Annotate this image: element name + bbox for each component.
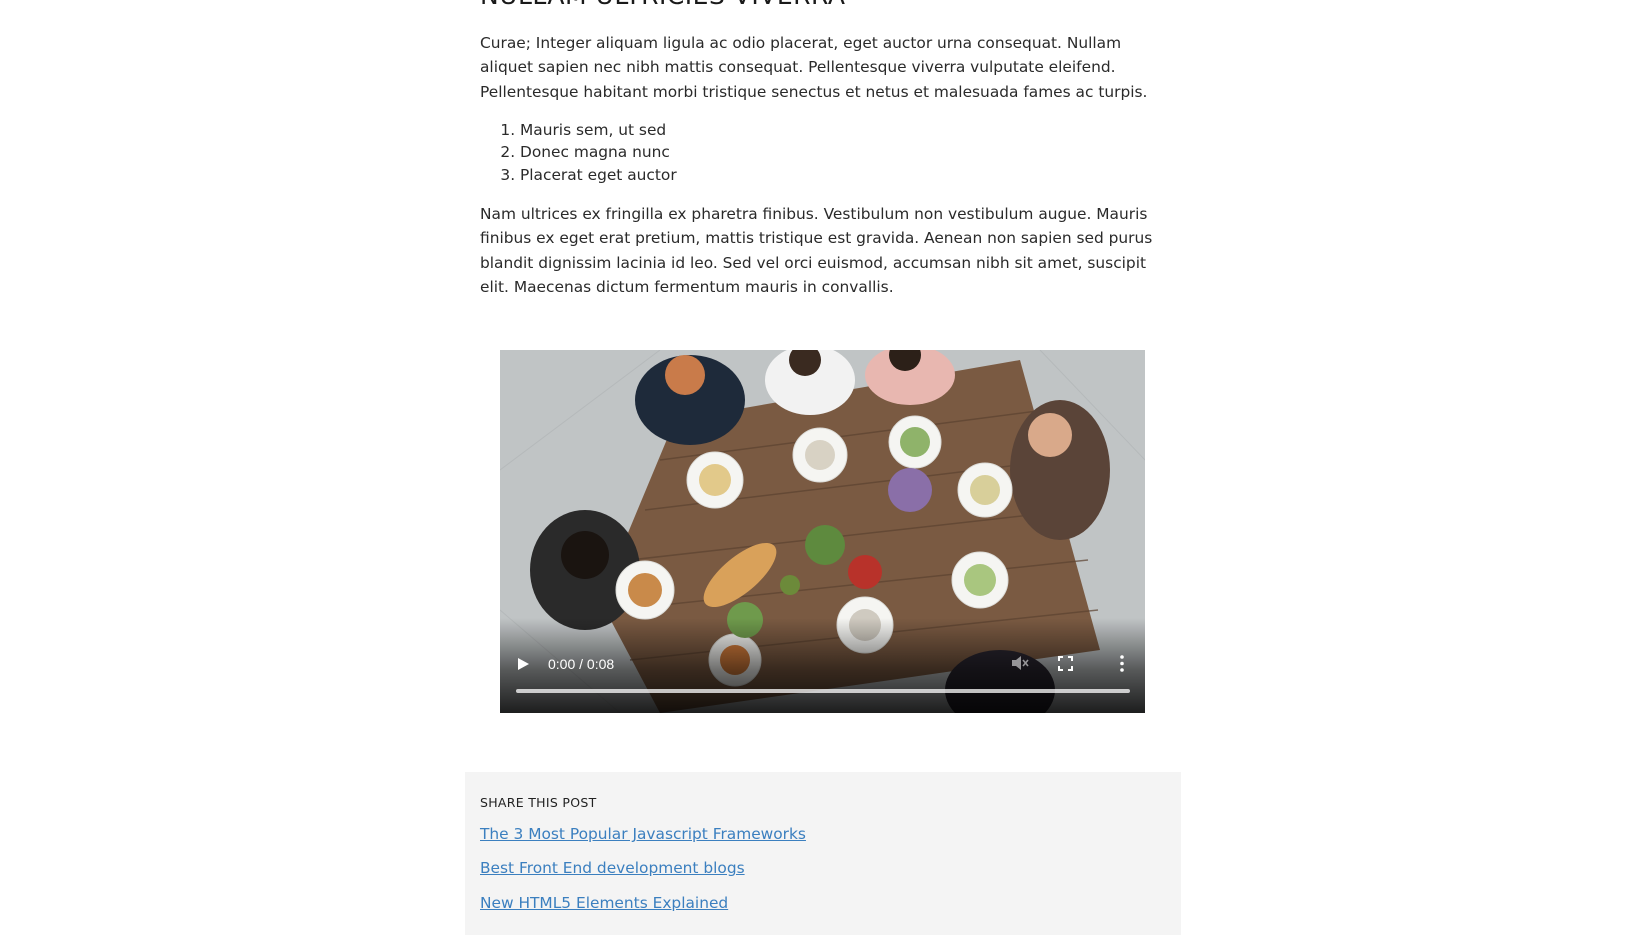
article-paragraph-2: Nam ultrices ex fringilla ex pharetra fi… [480,205,1153,297]
fullscreen-icon[interactable] [1058,656,1073,671]
list-item: Mauris sem, ut sed [520,119,1120,141]
section-heading: NULLAM ULTRICIES VIVERRA [480,0,846,10]
video-progress-bar[interactable] [516,689,1130,693]
volume-muted-icon[interactable] [1011,655,1029,671]
ordered-list: Mauris sem, ut sed Donec magna nunc Plac… [480,119,1120,186]
video-player[interactable]: 0:00 / 0:08 [500,350,1145,713]
share-link-front-end-blogs[interactable]: Best Front End development blogs [480,859,745,877]
list-item: Placerat eget auctor [520,164,1120,186]
list-item: Donec magna nunc [520,141,1120,163]
share-title: SHARE THIS POST [480,795,597,810]
share-link-html5-elements[interactable]: New HTML5 Elements Explained [480,894,728,912]
time-display: 0:00 / 0:08 [548,656,615,672]
share-section: SHARE THIS POST The 3 Most Popular Javas… [465,772,1181,935]
article-paragraph-1: Curae; Integer aliquam ligula ac odio pl… [480,34,1148,101]
more-vertical-icon[interactable] [1120,655,1124,672]
play-icon[interactable] [518,658,529,670]
share-link-javascript-frameworks[interactable]: The 3 Most Popular Javascript Frameworks [480,825,806,843]
